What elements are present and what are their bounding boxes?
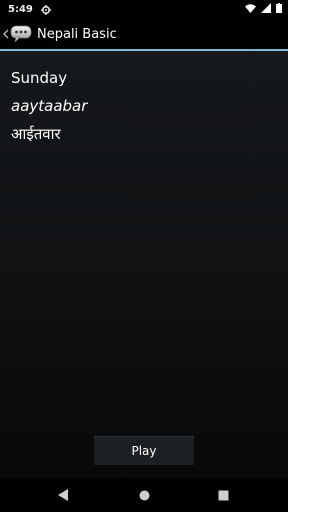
action-bar[interactable]: Nepali Basic (0, 19, 288, 51)
status-time: 5:49 (8, 4, 33, 15)
status-bar: 5:49 (0, 0, 288, 19)
app-title: Nepali Basic (37, 26, 117, 42)
chevron-left-icon[interactable] (3, 27, 9, 41)
home-icon[interactable] (137, 488, 151, 502)
phrase-card: Sunday aaytaabar आईतवार (11, 64, 87, 148)
transliteration: aaytaabar (11, 97, 88, 115)
recents-icon[interactable] (216, 488, 230, 502)
screen: 5:49 Nepali Basic Sunday aaytaabar आईतवा… (0, 0, 288, 512)
speech-bubble-icon[interactable] (10, 25, 32, 43)
battery-icon (276, 3, 282, 16)
play-button[interactable]: Play (94, 436, 194, 465)
gear-icon (40, 4, 51, 15)
nepali-word: आईतवार (11, 125, 61, 143)
wifi-icon (245, 3, 256, 16)
signal-icon (261, 3, 271, 16)
back-icon[interactable] (56, 488, 70, 502)
english-word: Sunday (11, 69, 68, 87)
status-icons (245, 3, 282, 16)
navigation-bar (0, 478, 288, 512)
